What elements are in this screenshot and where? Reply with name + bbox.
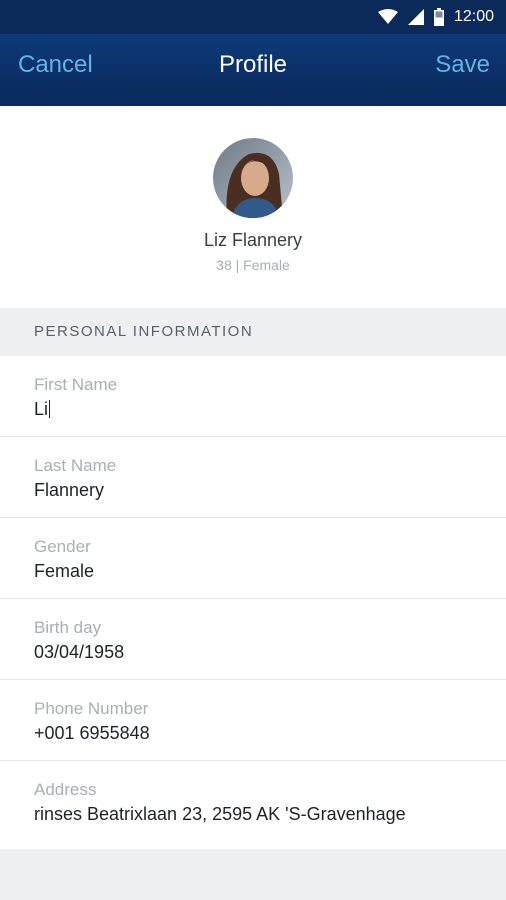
gender-field[interactable]: Gender Female xyxy=(0,518,506,599)
battery-icon xyxy=(433,8,444,26)
section-header-personal-information: PERSONAL INFORMATION xyxy=(0,308,506,356)
last-name-field[interactable]: Last Name Flannery xyxy=(0,437,506,518)
gender-label: Gender xyxy=(34,537,91,556)
personal-information-form: First Name Li Last Name Flannery Gender … xyxy=(0,356,506,849)
birthday-field[interactable]: Birth day 03/04/1958 xyxy=(0,599,506,680)
last-name-label: Last Name xyxy=(34,456,117,475)
profile-screen: 12:00 Cancel Profile Save Liz Flannery 3… xyxy=(0,0,506,900)
last-name-input[interactable]: Flannery xyxy=(34,480,104,501)
avatar-photo xyxy=(213,138,293,218)
profile-name: Liz Flannery xyxy=(203,230,303,250)
address-input[interactable]: rinses Beatrixlaan 23, 2595 AK 'S-Graven… xyxy=(34,804,406,825)
app-bar: Cancel Profile Save xyxy=(0,34,506,106)
phone-number-label: Phone Number xyxy=(34,699,149,718)
cellular-signal-icon xyxy=(407,9,424,25)
status-icons: 12:00 xyxy=(377,7,494,27)
phone-number-field[interactable]: Phone Number +001 6955848 xyxy=(0,680,506,761)
profile-header: Liz Flannery 38 | Female xyxy=(0,106,506,308)
first-name-value: Li xyxy=(34,399,49,419)
phone-number-input[interactable]: +001 6955848 xyxy=(34,723,150,744)
status-time: 12:00 xyxy=(453,8,494,25)
text-cursor xyxy=(49,400,51,418)
profile-age-gender: 38 | Female xyxy=(216,257,290,273)
wifi-icon xyxy=(377,9,398,24)
section-title: PERSONAL INFORMATION xyxy=(34,323,254,340)
address-label: Address xyxy=(34,780,97,799)
first-name-input[interactable]: Li xyxy=(34,399,51,420)
status-bar: 12:00 xyxy=(0,0,506,34)
avatar[interactable] xyxy=(213,138,293,218)
save-button[interactable]: Save xyxy=(435,34,490,106)
first-name-label: First Name xyxy=(34,375,118,394)
address-field[interactable]: Address rinses Beatrixlaan 23, 2595 AK '… xyxy=(0,761,506,849)
first-name-field[interactable]: First Name Li xyxy=(0,356,506,437)
birthday-input[interactable]: 03/04/1958 xyxy=(34,642,124,663)
birthday-label: Birth day xyxy=(34,618,102,637)
gender-input[interactable]: Female xyxy=(34,561,94,582)
page-title: Profile xyxy=(218,51,288,78)
